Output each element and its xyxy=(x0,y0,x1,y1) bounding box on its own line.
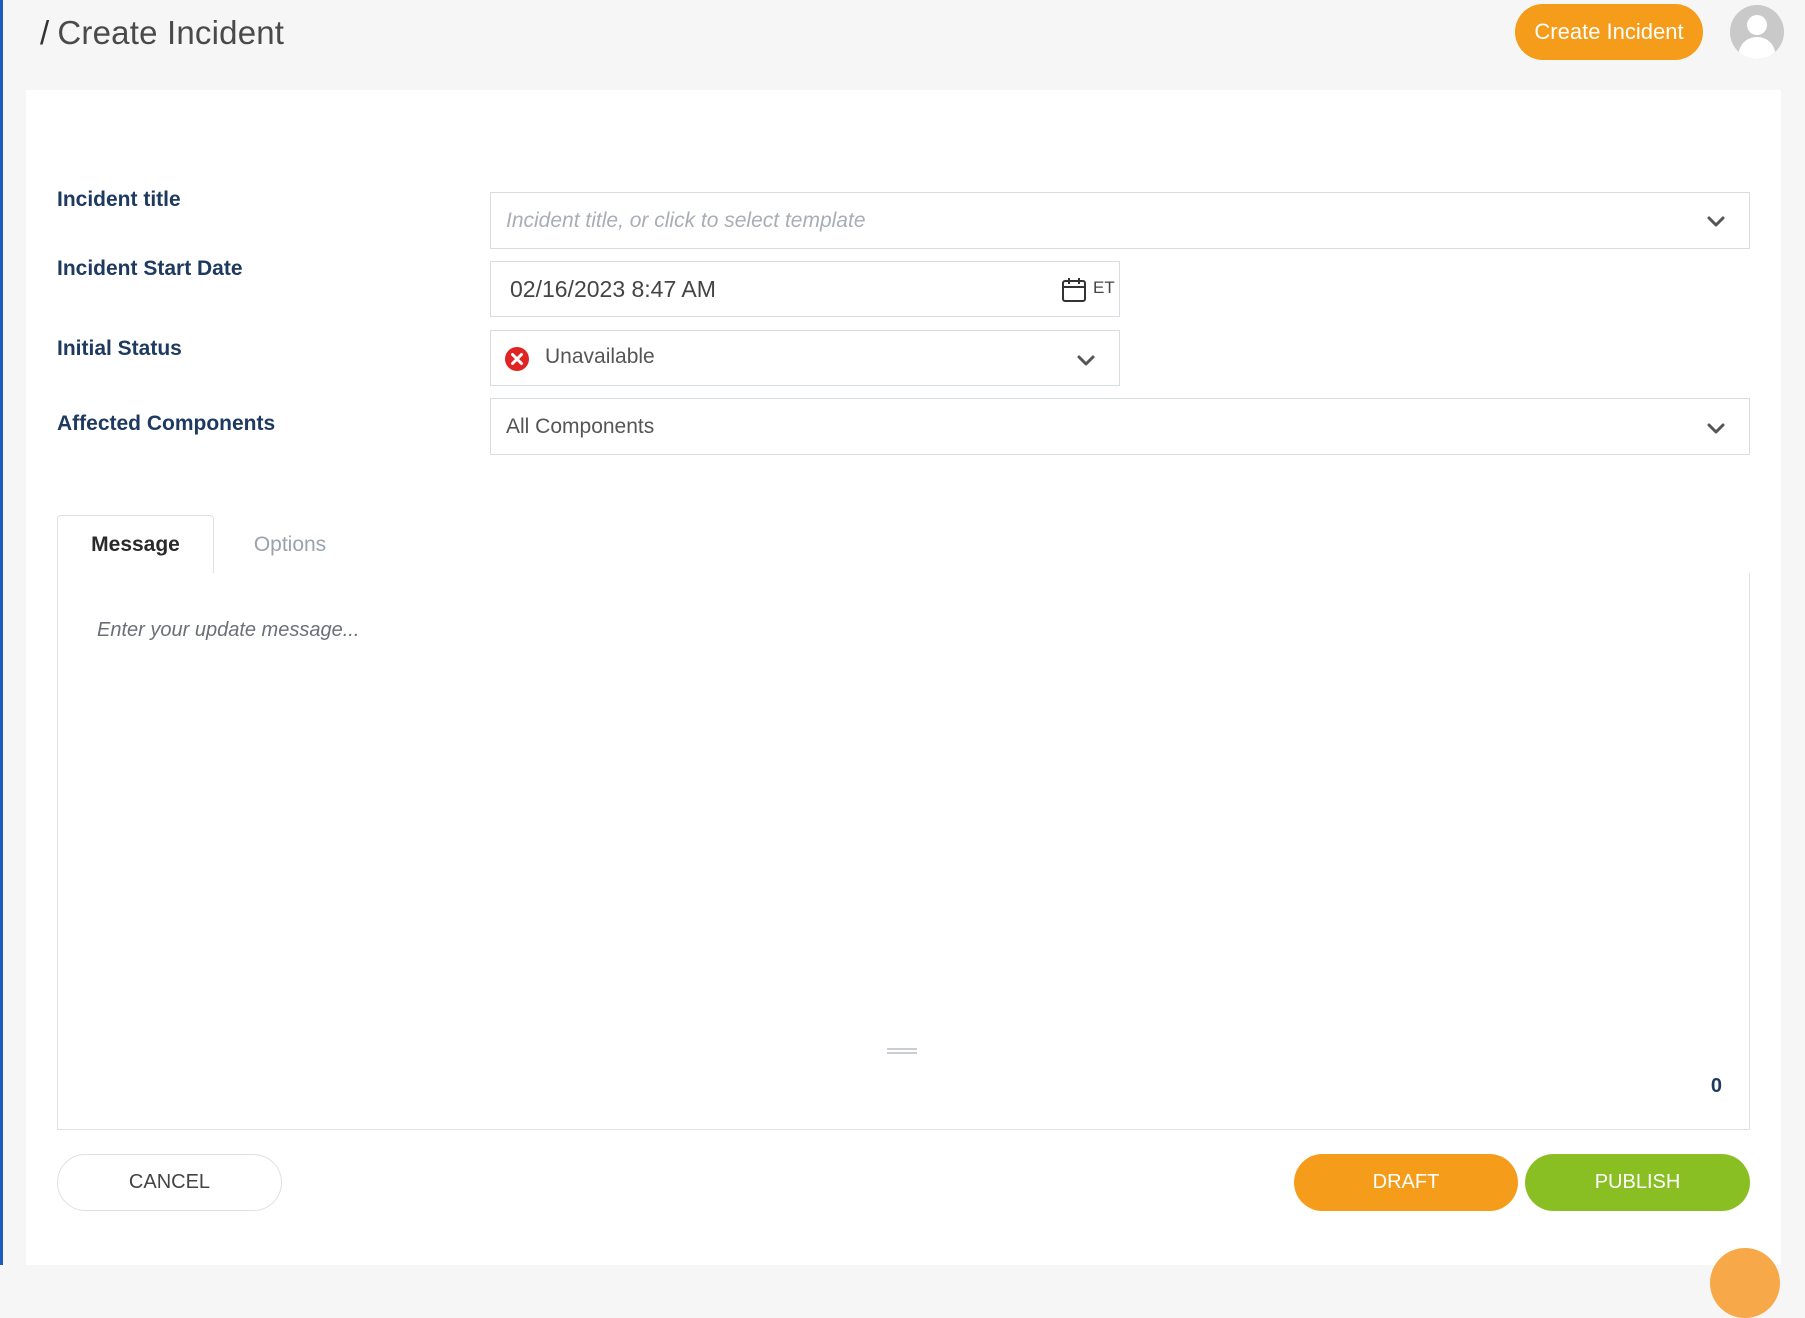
chevron-down-icon[interactable] xyxy=(1705,417,1727,439)
page-title-text: Create Incident xyxy=(57,14,285,51)
initial-status-select[interactable]: Unavailable xyxy=(490,330,1120,386)
affected-components-value: All Components xyxy=(506,414,655,438)
initial-status-label: Initial Status xyxy=(57,337,182,360)
affected-components-select[interactable]: All Components xyxy=(490,398,1750,455)
initial-status-value: Unavailable xyxy=(545,345,655,368)
error-x-icon xyxy=(505,347,529,371)
cancel-button[interactable]: CANCEL xyxy=(57,1154,282,1211)
incident-title-placeholder: Incident title, or click to select templ… xyxy=(506,208,866,232)
help-chat-bubble[interactable] xyxy=(1710,1248,1780,1318)
tab-message[interactable]: Message xyxy=(57,515,214,574)
start-date-label: Incident Start Date xyxy=(57,257,243,280)
timezone-label: ET xyxy=(1093,278,1115,297)
user-avatar-icon[interactable] xyxy=(1730,5,1784,59)
breadcrumb-separator: / xyxy=(40,14,50,51)
start-date-field[interactable]: 02/16/2023 8:47 AM ET xyxy=(490,261,1120,317)
tab-options[interactable]: Options xyxy=(230,515,350,574)
draft-button[interactable]: DRAFT xyxy=(1294,1154,1518,1211)
person-silhouette-icon xyxy=(1738,15,1776,59)
message-editor[interactable]: Enter your update message... 0 xyxy=(57,573,1750,1130)
left-accent-stripe xyxy=(0,0,3,1265)
affected-components-label: Affected Components xyxy=(57,412,276,435)
incident-title-field[interactable]: Incident title, or click to select templ… xyxy=(490,192,1750,249)
message-placeholder: Enter your update message... xyxy=(97,619,360,641)
chevron-down-icon[interactable] xyxy=(1075,349,1097,371)
chevron-down-icon[interactable] xyxy=(1705,210,1727,232)
page-title: / Create Incident xyxy=(40,14,284,52)
top-bar: / Create Incident Create Incident xyxy=(3,0,1805,75)
resize-handle-icon[interactable] xyxy=(887,1047,917,1055)
incident-title-label: Incident title xyxy=(57,188,181,211)
start-date-value: 02/16/2023 8:47 AM xyxy=(510,275,716,302)
calendar-icon[interactable] xyxy=(1061,277,1087,303)
create-incident-button[interactable]: Create Incident xyxy=(1515,4,1703,60)
publish-button[interactable]: PUBLISH xyxy=(1525,1154,1750,1211)
character-count: 0 xyxy=(1710,1075,1722,1097)
